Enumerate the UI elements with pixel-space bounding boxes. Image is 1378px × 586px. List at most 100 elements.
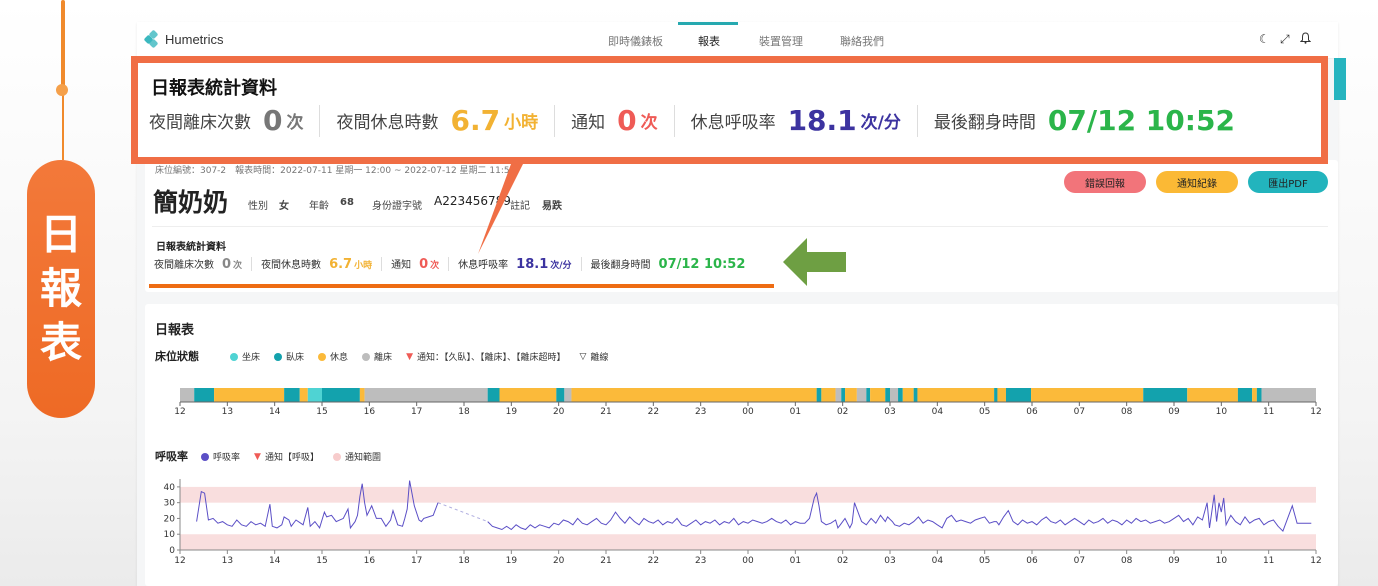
stats-section-title: 日報表統計資料 xyxy=(156,242,226,253)
nav-item-reports[interactable]: 報表 xyxy=(698,33,720,49)
timeline-segment xyxy=(487,388,500,402)
side-tab-handle[interactable] xyxy=(1334,58,1346,100)
timeline-segment xyxy=(1187,388,1238,402)
bed-status-timeline-chart: 12 13 14 15 16 17 18 19 20 21 22 23 00 01 02 03 04 05 06 07… xyxy=(174,388,1322,417)
legend-item: ▼ 通知：【久臥】、【離床】、【離床超時】 xyxy=(406,350,565,364)
timeline-segment xyxy=(322,388,360,402)
nav-item-devices[interactable]: 裝置管理 xyxy=(759,33,803,49)
daily-report-badge: 日 報 表 xyxy=(27,160,95,418)
stat-value: 07/12 10:52 xyxy=(1047,104,1235,137)
timeline-segment xyxy=(997,388,1006,402)
timeline-segment xyxy=(902,388,914,402)
patient-name: 簡奶奶 xyxy=(153,188,229,217)
app-logo[interactable]: Humetrics xyxy=(143,29,224,49)
humetrics-logo-icon xyxy=(143,29,161,49)
notification-log-button[interactable]: 通知紀錄 xyxy=(1156,171,1238,193)
nav-item-dashboard[interactable]: 即時儀錶板 xyxy=(608,33,663,49)
dark-mode-moon-icon[interactable]: ☾ xyxy=(1259,32,1270,46)
timeline-tick-label: 08 xyxy=(1121,407,1133,417)
x-tick-label: 06 xyxy=(1026,556,1038,566)
timeline-tick-label: 12 xyxy=(174,407,185,417)
timeline-segment xyxy=(180,388,195,402)
timeline-segment xyxy=(856,388,867,402)
x-tick-label: 09 xyxy=(1168,556,1180,566)
stat-label: 通知 xyxy=(391,260,412,271)
timeline-tick-label: 19 xyxy=(506,407,518,417)
divider xyxy=(673,104,675,137)
timeline-segment xyxy=(994,388,998,402)
badge-connector-dot xyxy=(56,84,68,96)
bed-status-title: 床位狀態 xyxy=(155,350,199,363)
timeline-segment xyxy=(194,388,215,402)
id-label: 身份證字號 xyxy=(372,201,422,212)
legend-label: 呼吸率 xyxy=(213,453,241,463)
report-meta-line: 床位編號：307-2 報表時間：2022-07-11 星期一 12:00 ~ 2… xyxy=(155,166,516,176)
timeline-segment xyxy=(359,388,365,402)
x-tick-label: 01 xyxy=(790,556,801,566)
report-title: 日報表 xyxy=(155,323,195,338)
stat-label: 最後翻身時間 xyxy=(590,260,651,271)
green-arrow-left-icon xyxy=(783,238,846,286)
stat-unit: 次 xyxy=(233,261,243,271)
timeline-tick-label: 06 xyxy=(1026,407,1038,417)
age-value: 68 xyxy=(340,197,354,208)
stat-unit: 小時 xyxy=(504,113,539,133)
note-value: 易跌 xyxy=(542,201,562,212)
notify-range-band xyxy=(180,534,1316,550)
legend-label: 離線 xyxy=(590,353,609,363)
error-report-button[interactable]: 錯誤回報 xyxy=(1064,171,1146,193)
stat-label: 夜間離床次數 xyxy=(154,260,214,271)
timeline-tick-label: 09 xyxy=(1168,407,1180,417)
timeline-segment xyxy=(870,388,886,402)
divider xyxy=(381,257,383,271)
stats-row: 夜間離床次數 0 次 夜間休息時數 6.7 小時 通知 0 次 休息呼吸率 18… xyxy=(154,256,745,272)
offline-triangle-icon: ▽ xyxy=(579,351,587,362)
timeline-tick-label: 10 xyxy=(1216,407,1228,417)
stat-unit: 次 xyxy=(286,113,304,133)
badge-char: 表 xyxy=(39,318,82,367)
stat-label: 通知 xyxy=(571,113,606,133)
x-tick-label: 05 xyxy=(979,556,990,566)
stat-unit: 次 xyxy=(640,113,658,133)
stat-label: 休息呼吸率 xyxy=(690,113,776,133)
legend-item: 臥床 xyxy=(274,350,304,363)
export-pdf-button[interactable]: 匯出PDF xyxy=(1248,171,1328,193)
bed-status-legend: 坐床 臥床 休息 離床 ▼ 通知：【久臥】、【離床】、【離床超時】 ▽ 離線 xyxy=(230,350,618,363)
gap-connector xyxy=(437,502,488,523)
legend-dot xyxy=(362,352,371,361)
legend-label: 坐床 xyxy=(242,353,261,363)
divider xyxy=(916,104,918,137)
timeline-tick-label: 22 xyxy=(648,407,659,417)
notification-bell-icon[interactable] xyxy=(1299,32,1312,47)
fullscreen-expand-icon[interactable]: ⤢ xyxy=(1280,32,1290,47)
callout-stats-row: 夜間離床次數 0 次 夜間休息時數 6.7 小時 通知 0 次 休息呼吸率 18… xyxy=(149,104,1235,137)
stat-label: 夜間離床次數 xyxy=(149,113,251,133)
stat-unit: 次/分 xyxy=(550,261,572,271)
timeline-segment xyxy=(841,388,846,402)
x-tick-label: 00 xyxy=(742,556,754,566)
stat-unit: 次/分 xyxy=(860,113,901,133)
respiration-rate-chart: 0 10 20 30 40 12 13 14 15 16 17 18 19 20 21 22 23 00 01 02 0… xyxy=(164,479,1322,566)
nav-item-contact[interactable]: 聯絡我們 xyxy=(840,33,884,49)
timeline-segment xyxy=(816,388,822,402)
timeline-tick-label: 03 xyxy=(884,407,895,417)
legend-item: 通知範圍 xyxy=(332,450,381,463)
timeline-tick-label: 13 xyxy=(222,407,233,417)
notice-triangle-icon: ▼ xyxy=(406,351,413,362)
stat-label: 最後翻身時間 xyxy=(933,113,1036,133)
timeline-segment xyxy=(913,388,918,402)
divider xyxy=(319,104,321,137)
timeline-segment xyxy=(821,388,836,402)
stat-value: 6.7 xyxy=(329,257,353,272)
x-tick-label: 08 xyxy=(1121,556,1133,566)
x-tick-label: 23 xyxy=(695,556,706,566)
stat-value: 0 xyxy=(419,257,429,272)
legend-dot xyxy=(318,352,327,361)
legend-label: 離床 xyxy=(374,353,393,363)
divider xyxy=(152,226,1328,227)
timeline-segment xyxy=(917,388,995,402)
timeline-tick-label: 23 xyxy=(695,407,706,417)
legend-dot xyxy=(332,452,341,461)
x-tick-label: 07 xyxy=(1074,556,1085,566)
x-tick-label: 15 xyxy=(316,556,327,566)
